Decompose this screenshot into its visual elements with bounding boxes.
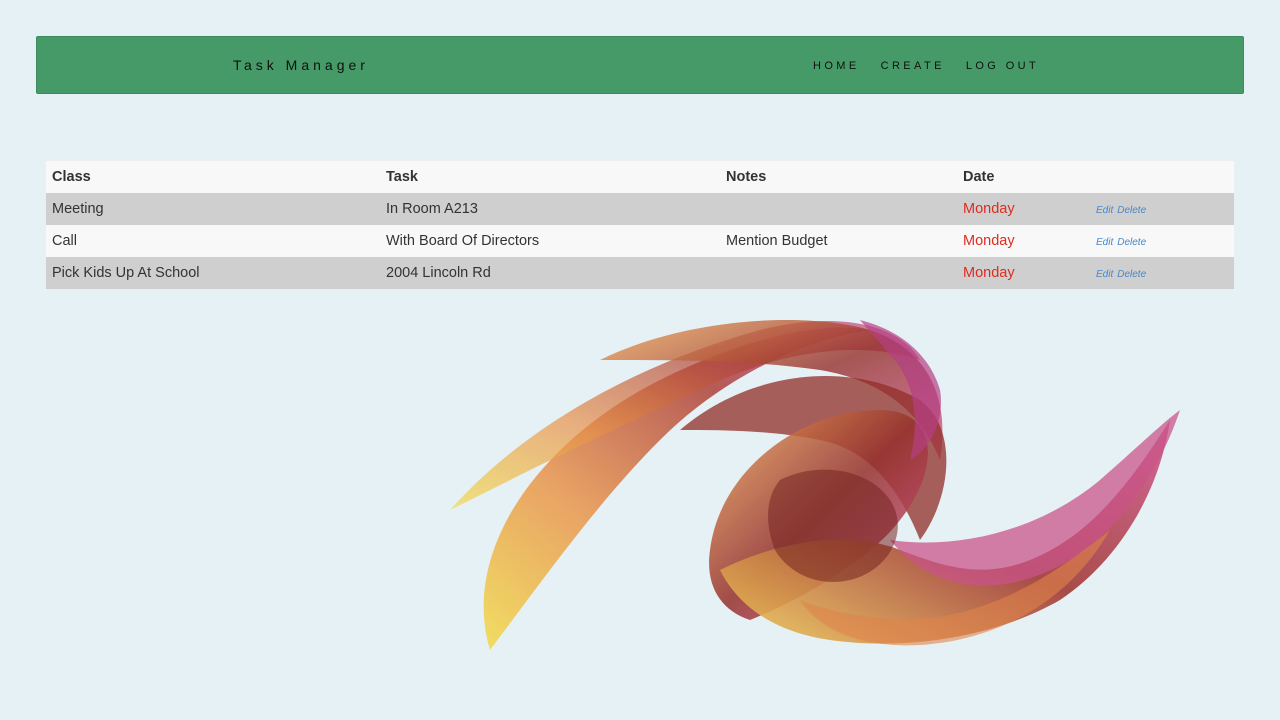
delete-link[interactable]: Delete <box>1117 205 1146 216</box>
abstract-swirl-graphic <box>450 320 1180 650</box>
cell-notes: Mention Budget <box>720 225 957 257</box>
cell-actions: Edit Delete <box>1090 225 1234 257</box>
cell-date: Monday <box>957 225 1090 257</box>
nav-logout-link[interactable]: LOG OUT <box>966 60 1039 72</box>
cell-date: Monday <box>957 193 1090 225</box>
edit-link[interactable]: Edit <box>1096 237 1113 248</box>
cell-task: With Board Of Directors <box>380 225 720 257</box>
nav-home-link[interactable]: HOME <box>813 60 860 72</box>
header-task: Task <box>380 160 720 193</box>
header-notes: Notes <box>720 160 957 193</box>
delete-link[interactable]: Delete <box>1117 237 1146 248</box>
nav-create-link[interactable]: CREATE <box>881 60 945 72</box>
task-table: Class Task Notes Date Meeting In Room A2… <box>46 160 1234 289</box>
nav-links: HOME CREATE LOG OUT <box>813 60 1060 72</box>
header-class: Class <box>46 160 380 193</box>
cell-class: Pick Kids Up At School <box>46 257 380 289</box>
table-row: Meeting In Room A213 Monday Edit Delete <box>46 193 1234 225</box>
edit-link[interactable]: Edit <box>1096 269 1113 280</box>
cell-actions: Edit Delete <box>1090 257 1234 289</box>
table-row: Call With Board Of Directors Mention Bud… <box>46 225 1234 257</box>
edit-link[interactable]: Edit <box>1096 205 1113 216</box>
cell-date: Monday <box>957 257 1090 289</box>
page: Task Manager HOME CREATE LOG OUT Class T… <box>0 0 1280 720</box>
header-actions <box>1090 160 1234 193</box>
cell-actions: Edit Delete <box>1090 193 1234 225</box>
cell-notes <box>720 257 957 289</box>
task-table-container: Class Task Notes Date Meeting In Room A2… <box>46 160 1234 289</box>
cell-class: Call <box>46 225 380 257</box>
delete-link[interactable]: Delete <box>1117 269 1146 280</box>
table-row: Pick Kids Up At School 2004 Lincoln Rd M… <box>46 257 1234 289</box>
cell-task: 2004 Lincoln Rd <box>380 257 720 289</box>
table-header-row: Class Task Notes Date <box>46 160 1234 193</box>
header-date: Date <box>957 160 1090 193</box>
navbar: Task Manager HOME CREATE LOG OUT <box>36 36 1244 94</box>
cell-notes <box>720 193 957 225</box>
cell-class: Meeting <box>46 193 380 225</box>
cell-task: In Room A213 <box>380 193 720 225</box>
brand-link[interactable]: Task Manager <box>233 57 369 73</box>
